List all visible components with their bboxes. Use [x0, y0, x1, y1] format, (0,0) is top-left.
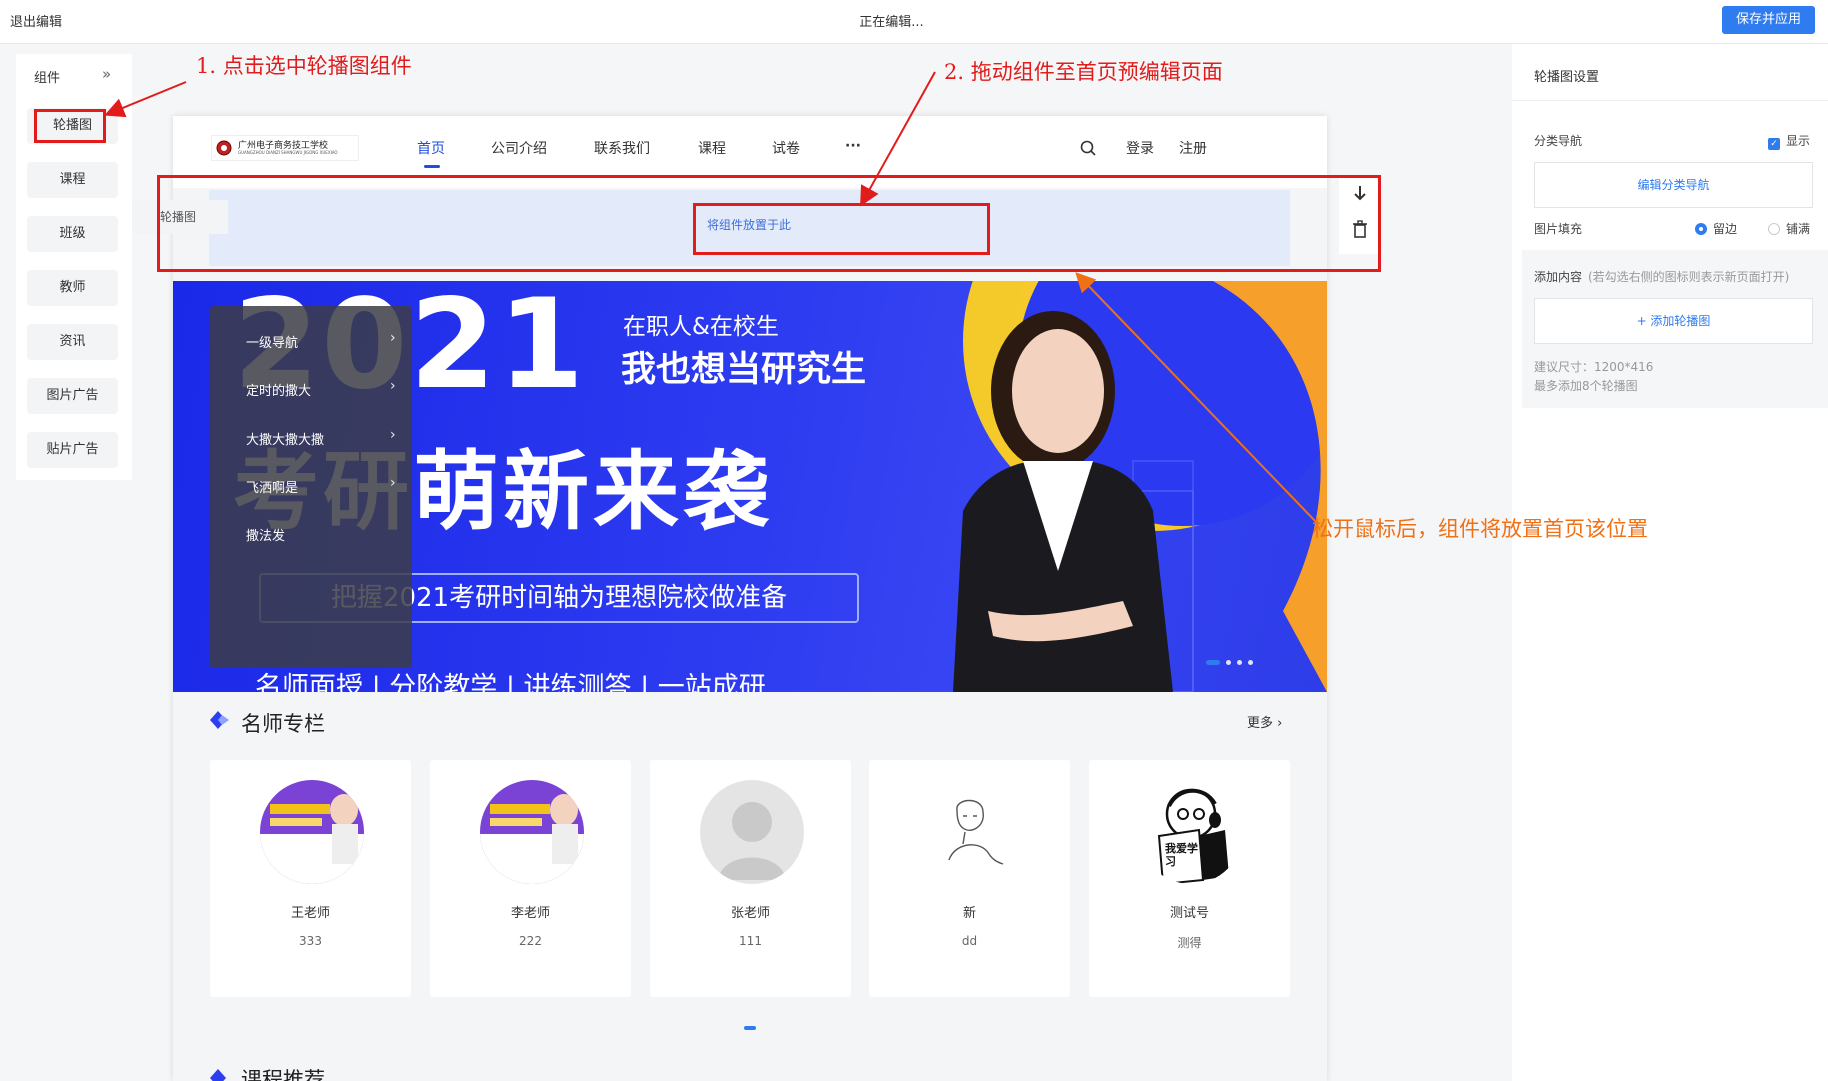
avatar — [480, 780, 584, 884]
collapse-icon[interactable]: » — [102, 65, 111, 83]
radio-icon — [1768, 223, 1780, 235]
search-icon[interactable] — [1079, 139, 1097, 157]
teacher-desc: 333 — [299, 934, 322, 948]
more-link[interactable]: 更多 › — [1247, 712, 1282, 731]
teacher-desc: 测得 — [1177, 936, 1202, 950]
register-link[interactable]: 注册 — [1179, 138, 1207, 158]
add-content-area: 添加内容 (若勾选右侧的图标则表示新页面打开) + 添加轮播图 建议尺寸：120… — [1522, 250, 1828, 408]
teacher-name: 张老师 — [730, 906, 770, 921]
settings-panel: 轮播图设置 分类导航 ✓ 显示 编辑分类导航 图片填充 留边 铺满 添加内容 (若… — [1512, 44, 1828, 1081]
nav-course[interactable]: 课程 — [698, 138, 726, 158]
subnav-item[interactable]: 撒法发 — [246, 525, 285, 544]
add-carousel-button[interactable]: + 添加轮播图 — [1534, 298, 1813, 344]
panel-title: 组件 — [34, 71, 61, 86]
teacher-desc: dd — [961, 934, 978, 948]
avatar — [919, 780, 1023, 884]
teacher-desc: 111 — [739, 934, 762, 948]
show-checkbox[interactable]: ✓ 显示 — [1768, 132, 1810, 150]
default-user-icon — [700, 780, 804, 884]
carousel-banner[interactable]: 2021 在职人&在校生 我也想当研究生 考研萌新来袭 把握2021考研时间轴为… — [173, 281, 1327, 692]
edit-status: 正在编辑... — [859, 15, 924, 30]
teacher-name: 测试号 — [1169, 906, 1209, 921]
section-title: 名师专栏 — [241, 712, 325, 736]
teacher-desc: 222 — [519, 934, 542, 948]
chevron-right-icon: › — [390, 475, 396, 491]
component-class[interactable]: 班级 — [27, 216, 118, 252]
avatar — [260, 780, 364, 884]
radio-icon — [1695, 223, 1707, 235]
divider — [1512, 100, 1828, 101]
teacher-name: 新 — [962, 906, 976, 921]
carousel-dots[interactable] — [1206, 660, 1260, 666]
site-logo[interactable]: 广州电子商务技工学校 GUANGZHOU DIANZI SHANGWU JIGO… — [211, 135, 359, 161]
chevron-right-icon: › — [390, 378, 396, 394]
component-image-ad[interactable]: 图片广告 — [27, 378, 118, 414]
add-content-hint: (若勾选右侧的图标则表示新页面打开) — [1588, 270, 1790, 284]
category-nav-label: 分类导航 — [1534, 134, 1583, 148]
save-apply-button[interactable]: 保存并应用 — [1722, 6, 1815, 34]
diamond-icon — [210, 1069, 226, 1081]
subnav-item[interactable]: 定时的撒大 — [246, 380, 311, 399]
card-pager-dot[interactable] — [744, 1026, 756, 1030]
teacher-section: 名师专栏 更多 › 王老师 333 李老师 222 张老师 111 新 dd 我… — [173, 696, 1327, 1081]
size-hint: 建议尺寸：1200*416 — [1534, 360, 1654, 374]
banner-bottom: 名师面授 | 分阶教学 | 讲练测答 | 一站成研 — [255, 672, 766, 692]
fill-label: 图片填充 — [1534, 222, 1583, 236]
diamond-icon — [210, 711, 229, 729]
chevron-right-icon: › — [390, 427, 396, 443]
category-subnav: 一级导航 › 定时的撒大 › 大撒大撒大撒 › 飞洒啊是 › 撒法发 — [210, 306, 412, 668]
max-hint: 最多添加8个轮播图 — [1534, 379, 1638, 393]
teacher-card[interactable]: 王老师 333 — [210, 760, 411, 997]
banner-line1: 在职人&在校生 — [623, 314, 779, 340]
settings-title: 轮播图设置 — [1534, 70, 1600, 85]
highlight-box-drop-hint — [693, 203, 990, 255]
nav-exam[interactable]: 试卷 — [772, 138, 800, 158]
subnav-item[interactable]: 大撒大撒大撒 — [246, 429, 324, 448]
edit-category-nav-button[interactable]: 编辑分类导航 — [1534, 162, 1813, 208]
subnav-item[interactable]: 飞洒啊是 — [246, 477, 298, 496]
cartoon-sign-text: 我爱学习 — [1165, 842, 1198, 868]
highlight-box-carousel — [34, 109, 106, 143]
chevron-right-icon: › — [390, 330, 396, 346]
add-content-label: 添加内容 — [1534, 270, 1583, 284]
avatar: 我爱学习 — [1139, 780, 1243, 884]
component-course[interactable]: 课程 — [27, 162, 118, 198]
nav-more[interactable]: ··· — [845, 138, 861, 154]
teacher-name: 李老师 — [510, 906, 550, 921]
fill-option-full[interactable]: 铺满 — [1768, 220, 1810, 237]
nav-home[interactable]: 首页 — [417, 138, 445, 168]
teacher-card[interactable]: 李老师 222 — [430, 760, 631, 997]
annotation-step1: 1. 点击选中轮播图组件 — [196, 54, 412, 78]
component-teacher[interactable]: 教师 — [27, 270, 118, 306]
teacher-name: 王老师 — [290, 906, 330, 921]
logo-subtext: GUANGZHOU DIANZI SHANGWU JIGONG XUEXIAO — [238, 150, 338, 155]
next-section-title: 课程推荐 — [241, 1068, 325, 1081]
editor-topbar: 退出编辑 正在编辑... 保存并应用 — [0, 0, 1828, 44]
nav-about[interactable]: 公司介绍 — [491, 138, 547, 158]
teacher-card[interactable]: 张老师 111 — [650, 760, 851, 997]
annotation-step2: 2. 拖动组件至首页预编辑页面 — [944, 60, 1223, 84]
component-patch-ad[interactable]: 贴片广告 — [27, 432, 118, 468]
component-news[interactable]: 资讯 — [27, 324, 118, 360]
annotation-step3: 松开鼠标后，组件将放置首页该位置 — [1312, 517, 1648, 541]
subnav-item[interactable]: 一级导航 — [246, 332, 298, 351]
checkbox-icon: ✓ — [1768, 138, 1780, 150]
teacher-card[interactable]: 我爱学习 测试号 测得 — [1089, 760, 1290, 997]
fill-option-margin[interactable]: 留边 — [1695, 220, 1737, 237]
banner-line2: 我也想当研究生 — [621, 350, 867, 390]
nav-contact[interactable]: 联系我们 — [594, 138, 650, 158]
login-link[interactable]: 登录 — [1126, 138, 1154, 158]
teacher-card[interactable]: 新 dd — [869, 760, 1070, 997]
